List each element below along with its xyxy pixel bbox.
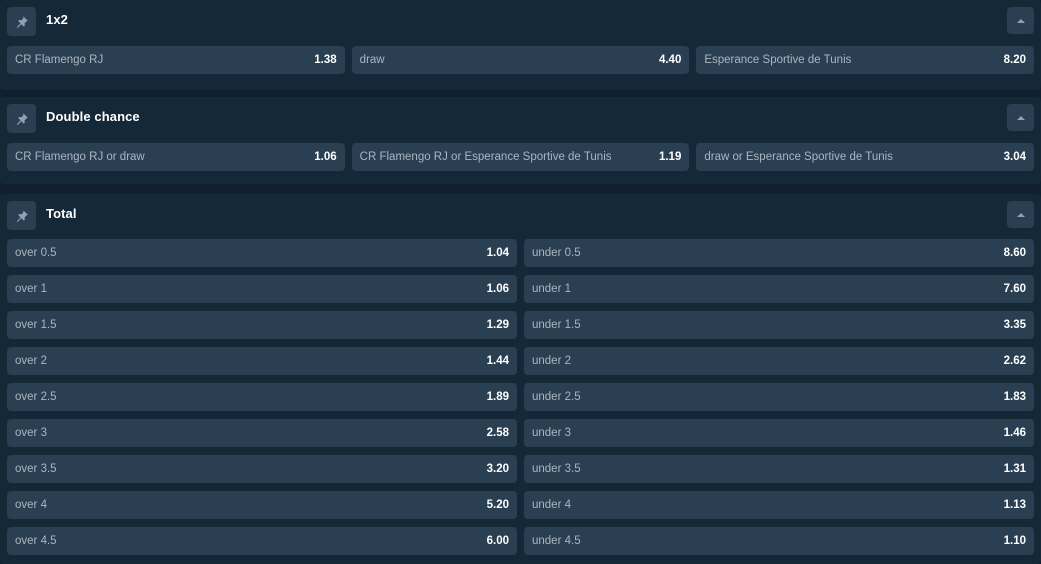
odd-button-over[interactable]: over 0.5 1.04 <box>7 239 517 267</box>
pin-icon <box>16 15 28 28</box>
odd-value: 4.40 <box>658 54 682 66</box>
odd-label: under 4.5 <box>532 535 581 547</box>
odd-button-away[interactable]: Esperance Sportive de Tunis 8.20 <box>696 46 1035 74</box>
odd-label: under 1 <box>532 283 572 295</box>
odd-value: 1.83 <box>1003 391 1026 403</box>
odd-value: 8.20 <box>1003 54 1027 66</box>
odd-value: 1.29 <box>486 319 509 331</box>
odd-value: 3.35 <box>1003 319 1026 331</box>
odd-button-under[interactable]: under 3 1.46 <box>524 419 1034 447</box>
market-header: Total <box>0 194 1041 234</box>
market-title: 1x2 <box>46 12 68 27</box>
odd-button-under[interactable]: under 0.5 8.60 <box>524 239 1034 267</box>
odd-label: over 2.5 <box>15 391 57 403</box>
odds-row: CR Flamengo RJ 1.38 draw 4.40 Esperance … <box>7 46 1035 74</box>
pin-icon <box>16 112 28 125</box>
odd-button-over[interactable]: over 1.5 1.29 <box>7 311 517 339</box>
total-odds-grid: over 0.5 1.04 under 0.5 8.60 over 1 1.06 un… <box>7 239 1034 555</box>
market-title: Total <box>46 206 77 221</box>
odd-value: 1.10 <box>1003 535 1026 547</box>
market-header: 1x2 <box>0 0 1041 40</box>
odd-value: 8.60 <box>1003 247 1026 259</box>
odd-button-home-or-draw[interactable]: CR Flamengo RJ or draw 1.06 <box>7 143 345 171</box>
odd-button-over[interactable]: over 2.5 1.89 <box>7 383 517 411</box>
odd-button-under[interactable]: under 3.5 1.31 <box>524 455 1034 483</box>
odd-label: CR Flamengo RJ or Esperance Sportive de … <box>359 151 612 163</box>
chevron-up-icon <box>1016 18 1025 23</box>
market-total: Total over 0.5 1.04 under 0.5 8.60 over 1 1… <box>0 194 1041 564</box>
odd-button-under[interactable]: under 4.5 1.10 <box>524 527 1034 555</box>
odd-button-draw[interactable]: draw 4.40 <box>351 46 690 74</box>
odd-button-draw-or-away[interactable]: draw or Esperance Sportive de Tunis 3.04 <box>696 143 1035 171</box>
odd-button-under[interactable]: under 1.5 3.35 <box>524 311 1034 339</box>
collapse-button[interactable] <box>1007 7 1034 34</box>
odd-label: draw <box>359 54 385 66</box>
betting-markets: 1x2 CR Flamengo RJ 1.38 draw 4.40 Espera… <box>0 0 1041 564</box>
odd-value: 3.20 <box>486 463 509 475</box>
market-title: Double chance <box>46 109 140 124</box>
odd-value: 2.62 <box>1003 355 1026 367</box>
market-double-chance: Double chance CR Flamengo RJ or draw 1.0… <box>0 97 1041 184</box>
chevron-up-icon <box>1016 115 1025 120</box>
odds-row: CR Flamengo RJ or draw 1.06 CR Flamengo … <box>7 143 1035 171</box>
odd-value: 1.31 <box>1003 463 1026 475</box>
odd-value: 1.46 <box>1003 427 1026 439</box>
pin-button[interactable] <box>7 104 36 133</box>
odd-label: under 2.5 <box>532 391 581 403</box>
odd-value: 2.58 <box>486 427 509 439</box>
market-1x2: 1x2 CR Flamengo RJ 1.38 draw 4.40 Espera… <box>0 0 1041 90</box>
odd-button-over[interactable]: over 4 5.20 <box>7 491 517 519</box>
odd-button-under[interactable]: under 2.5 1.83 <box>524 383 1034 411</box>
collapse-button[interactable] <box>1007 104 1034 131</box>
odd-label: CR Flamengo RJ <box>15 54 104 66</box>
odd-label: over 1.5 <box>15 319 57 331</box>
odd-value: 1.44 <box>486 355 509 367</box>
odd-button-over[interactable]: over 4.5 6.00 <box>7 527 517 555</box>
odd-label: CR Flamengo RJ or draw <box>15 151 145 163</box>
odd-label: over 4 <box>15 499 47 511</box>
odd-button-home[interactable]: CR Flamengo RJ 1.38 <box>7 46 345 74</box>
odd-value: 1.38 <box>314 54 337 66</box>
odd-label: Esperance Sportive de Tunis <box>704 54 852 66</box>
odd-button-over[interactable]: over 3.5 3.20 <box>7 455 517 483</box>
odd-label: over 1 <box>15 283 47 295</box>
pin-button[interactable] <box>7 201 36 230</box>
odd-label: over 3 <box>15 427 47 439</box>
odd-button-under[interactable]: under 1 7.60 <box>524 275 1034 303</box>
odd-value: 1.06 <box>314 151 337 163</box>
odd-button-under[interactable]: under 2 2.62 <box>524 347 1034 375</box>
odd-button-home-or-away[interactable]: CR Flamengo RJ or Esperance Sportive de … <box>351 143 690 171</box>
odd-label: under 0.5 <box>532 247 581 259</box>
odd-label: over 2 <box>15 355 47 367</box>
odd-label: over 3.5 <box>15 463 57 475</box>
odd-value: 1.19 <box>658 151 682 163</box>
odd-label: under 2 <box>532 355 572 367</box>
odd-button-over[interactable]: over 3 2.58 <box>7 419 517 447</box>
odd-value: 3.04 <box>1003 151 1027 163</box>
odd-value: 6.00 <box>486 535 509 547</box>
odd-button-over[interactable]: over 2 1.44 <box>7 347 517 375</box>
odd-value: 7.60 <box>1003 283 1026 295</box>
collapse-button[interactable] <box>1007 201 1034 228</box>
market-header: Double chance <box>0 97 1041 137</box>
odd-button-under[interactable]: under 4 1.13 <box>524 491 1034 519</box>
odd-label: draw or Esperance Sportive de Tunis <box>704 151 893 163</box>
pin-button[interactable] <box>7 7 36 36</box>
odd-value: 1.13 <box>1003 499 1026 511</box>
odd-value: 1.06 <box>486 283 509 295</box>
odd-label: under 4 <box>532 499 572 511</box>
odd-value: 1.89 <box>486 391 509 403</box>
pin-icon <box>16 209 28 222</box>
odd-label: under 3 <box>532 427 572 439</box>
odd-label: over 4.5 <box>15 535 57 547</box>
odd-label: over 0.5 <box>15 247 57 259</box>
odd-label: under 1.5 <box>532 319 581 331</box>
odd-label: under 3.5 <box>532 463 581 475</box>
odd-value: 1.04 <box>486 247 509 259</box>
chevron-up-icon <box>1016 212 1025 217</box>
odd-button-over[interactable]: over 1 1.06 <box>7 275 517 303</box>
odd-value: 5.20 <box>486 499 509 511</box>
